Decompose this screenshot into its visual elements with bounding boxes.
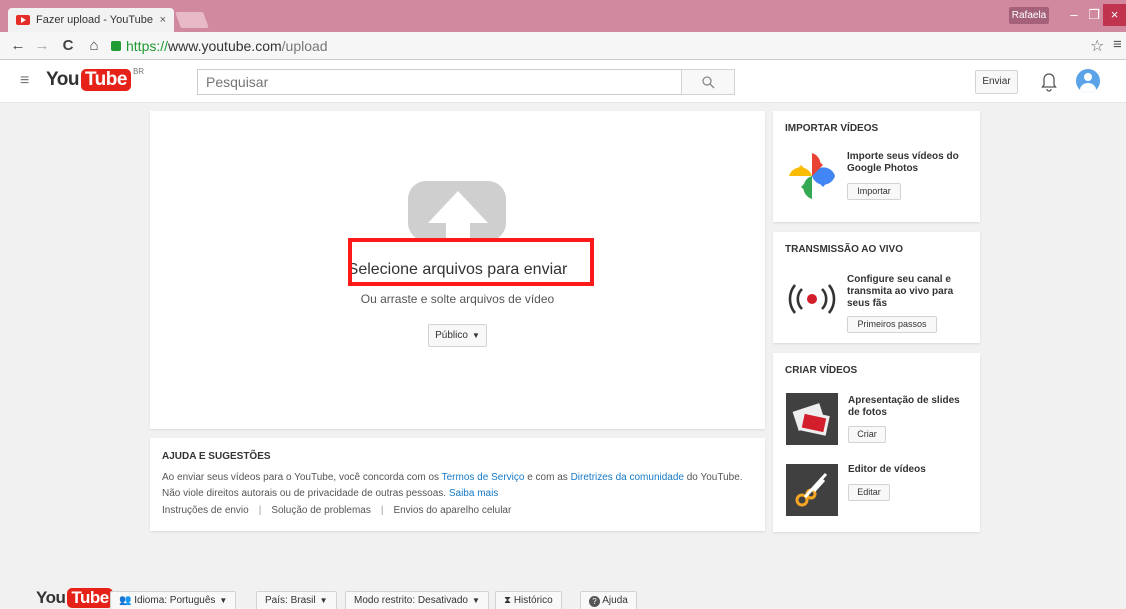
chevron-down-icon: ▼ [219, 596, 228, 605]
page-footer: You Tube 👥 Idioma: Português ▼ País: Bras… [0, 583, 1126, 609]
youtube-header: ≡ You Tube BR Enviar [0, 60, 1126, 103]
browser-menu-icon[interactable]: ≡ [1113, 36, 1122, 53]
lock-icon [111, 41, 121, 51]
address-bar-row: ← → C ⌂ https:// www.youtube.com /upload… [0, 32, 1126, 60]
help-text-part: e com as [524, 472, 571, 483]
broadcast-icon [788, 284, 836, 314]
divider: | [258, 505, 262, 516]
language-label: Idioma: Português [134, 595, 216, 606]
forward-arrow-icon[interactable]: → [32, 37, 52, 54]
get-started-button[interactable]: Primeiros passos [847, 316, 937, 333]
video-editor-button[interactable]: Editar [848, 484, 890, 501]
help-links: Instruções de envio | Solução de problem… [162, 505, 753, 516]
language-selector[interactable]: 👥 Idioma: Português ▼ [110, 591, 237, 609]
help-text-part: Não viole direitos autorais ou de privac… [162, 488, 449, 499]
url-path: /upload [281, 38, 328, 54]
logo-tube-text: Tube [67, 588, 113, 608]
url-scheme: https:// [126, 38, 169, 54]
video-editor-icon [786, 464, 838, 516]
privacy-value: Público [435, 330, 468, 341]
troubleshooting-link[interactable]: Solução de problemas [271, 505, 371, 516]
notifications-bell-icon[interactable] [1039, 70, 1059, 92]
close-window-button[interactable]: × [1103, 4, 1126, 26]
home-icon[interactable]: ⌂ [84, 37, 104, 54]
help-text-part: do YouTube. [683, 472, 743, 483]
create-title: CRIAR VÍDEOS [785, 365, 858, 376]
restricted-mode-selector[interactable]: Modo restrito: Desativado ▼ [345, 591, 489, 609]
live-desc: Configure seu canal e transmita ao vivo … [847, 274, 954, 309]
slideshow-desc: Apresentação de slides de fotos [848, 395, 960, 418]
new-tab-button[interactable] [175, 12, 209, 28]
search-button[interactable] [681, 69, 735, 95]
create-videos-card: CRIAR VÍDEOS Apresentação de slides de f… [773, 353, 980, 532]
youtube-logo[interactable]: You Tube BR [46, 67, 145, 91]
logo-you-text: You [36, 588, 66, 607]
reload-icon[interactable]: C [58, 37, 78, 54]
create-slideshow-button[interactable]: Criar [848, 426, 886, 443]
language-icon: 👥 [119, 595, 135, 606]
video-editor-desc: Editor de vídeos [848, 464, 926, 475]
logo-you-text: You [46, 69, 79, 90]
privacy-dropdown[interactable]: Público ▼ [428, 324, 487, 347]
tab-close-icon[interactable]: × [160, 14, 166, 26]
restricted-label: Modo restrito: Desativado [354, 595, 468, 606]
live-streaming-card: TRANSMISSÃO AO VIVO Configure seu canal … [773, 232, 980, 343]
guidelines-link[interactable]: Diretrizes da comunidade [571, 472, 684, 483]
footer-youtube-logo[interactable]: You Tube [36, 588, 113, 608]
upload-instructions-link[interactable]: Instruções de envio [162, 505, 249, 516]
help-label: Ajuda [602, 595, 628, 606]
divider: | [380, 505, 384, 516]
search-icon [701, 75, 714, 88]
hourglass-icon: ⧗ [504, 595, 514, 606]
url-host: www.youtube.com [168, 38, 282, 54]
user-avatar[interactable] [1076, 69, 1100, 93]
country-label: País: Brasil [265, 595, 316, 606]
guide-menu-icon[interactable]: ≡ [20, 72, 29, 90]
tab-title: Fazer upload - YouTube [36, 14, 154, 26]
chevron-down-icon: ▼ [471, 596, 480, 605]
browser-titlebar: Fazer upload - YouTube × Rafaela – ❐ × [0, 0, 1126, 32]
mobile-uploads-link[interactable]: Envios do aparelho celular [393, 505, 511, 516]
help-text: Ao enviar seus vídeos para o YouTube, vo… [162, 470, 753, 502]
drag-drop-hint: Ou arraste e solte arquivos de vídeo [360, 292, 555, 306]
learn-more-link[interactable]: Saiba mais [449, 488, 498, 499]
history-button[interactable]: ⧗ Histórico [495, 591, 562, 609]
chevron-down-icon: ▼ [319, 596, 328, 605]
annotation-highlight-box [348, 238, 594, 286]
import-videos-card: IMPORTAR VÍDEOS Importe seus vídeos do G… [773, 111, 980, 222]
browser-tab[interactable]: Fazer upload - YouTube × [8, 8, 174, 32]
search-bar [197, 69, 735, 95]
terms-link[interactable]: Termos de Serviço [442, 472, 525, 483]
back-arrow-icon[interactable]: ← [8, 37, 28, 54]
help-card: AJUDA E SUGESTÕES Ao enviar seus vídeos … [150, 438, 765, 531]
browser-user-chip[interactable]: Rafaela [1009, 7, 1049, 24]
history-label: Histórico [513, 595, 553, 606]
youtube-favicon-icon [16, 15, 30, 25]
photo-slideshow-icon [786, 393, 838, 445]
url-field[interactable]: https:// www.youtube.com /upload [111, 36, 1081, 56]
help-text-part: Ao enviar seus vídeos para o YouTube, vo… [162, 472, 442, 483]
google-photos-icon [789, 153, 835, 199]
help-title: AJUDA E SUGESTÕES [162, 451, 271, 462]
import-desc: Importe seus vídeos do Google Photos [847, 151, 959, 174]
upload-button[interactable]: Enviar [975, 70, 1018, 94]
import-button[interactable]: Importar [847, 183, 901, 200]
import-title: IMPORTAR VÍDEOS [785, 123, 879, 134]
help-button[interactable]: ? Ajuda [580, 591, 637, 609]
chevron-down-icon: ▼ [471, 331, 480, 340]
search-input[interactable] [197, 69, 681, 95]
bookmark-star-icon[interactable]: ☆ [1090, 36, 1104, 56]
live-title: TRANSMISSÃO AO VIVO [785, 244, 903, 255]
logo-tube-text: Tube [80, 69, 131, 91]
logo-region: BR [132, 67, 145, 76]
help-icon: ? [589, 596, 600, 607]
country-selector[interactable]: País: Brasil ▼ [256, 591, 337, 609]
